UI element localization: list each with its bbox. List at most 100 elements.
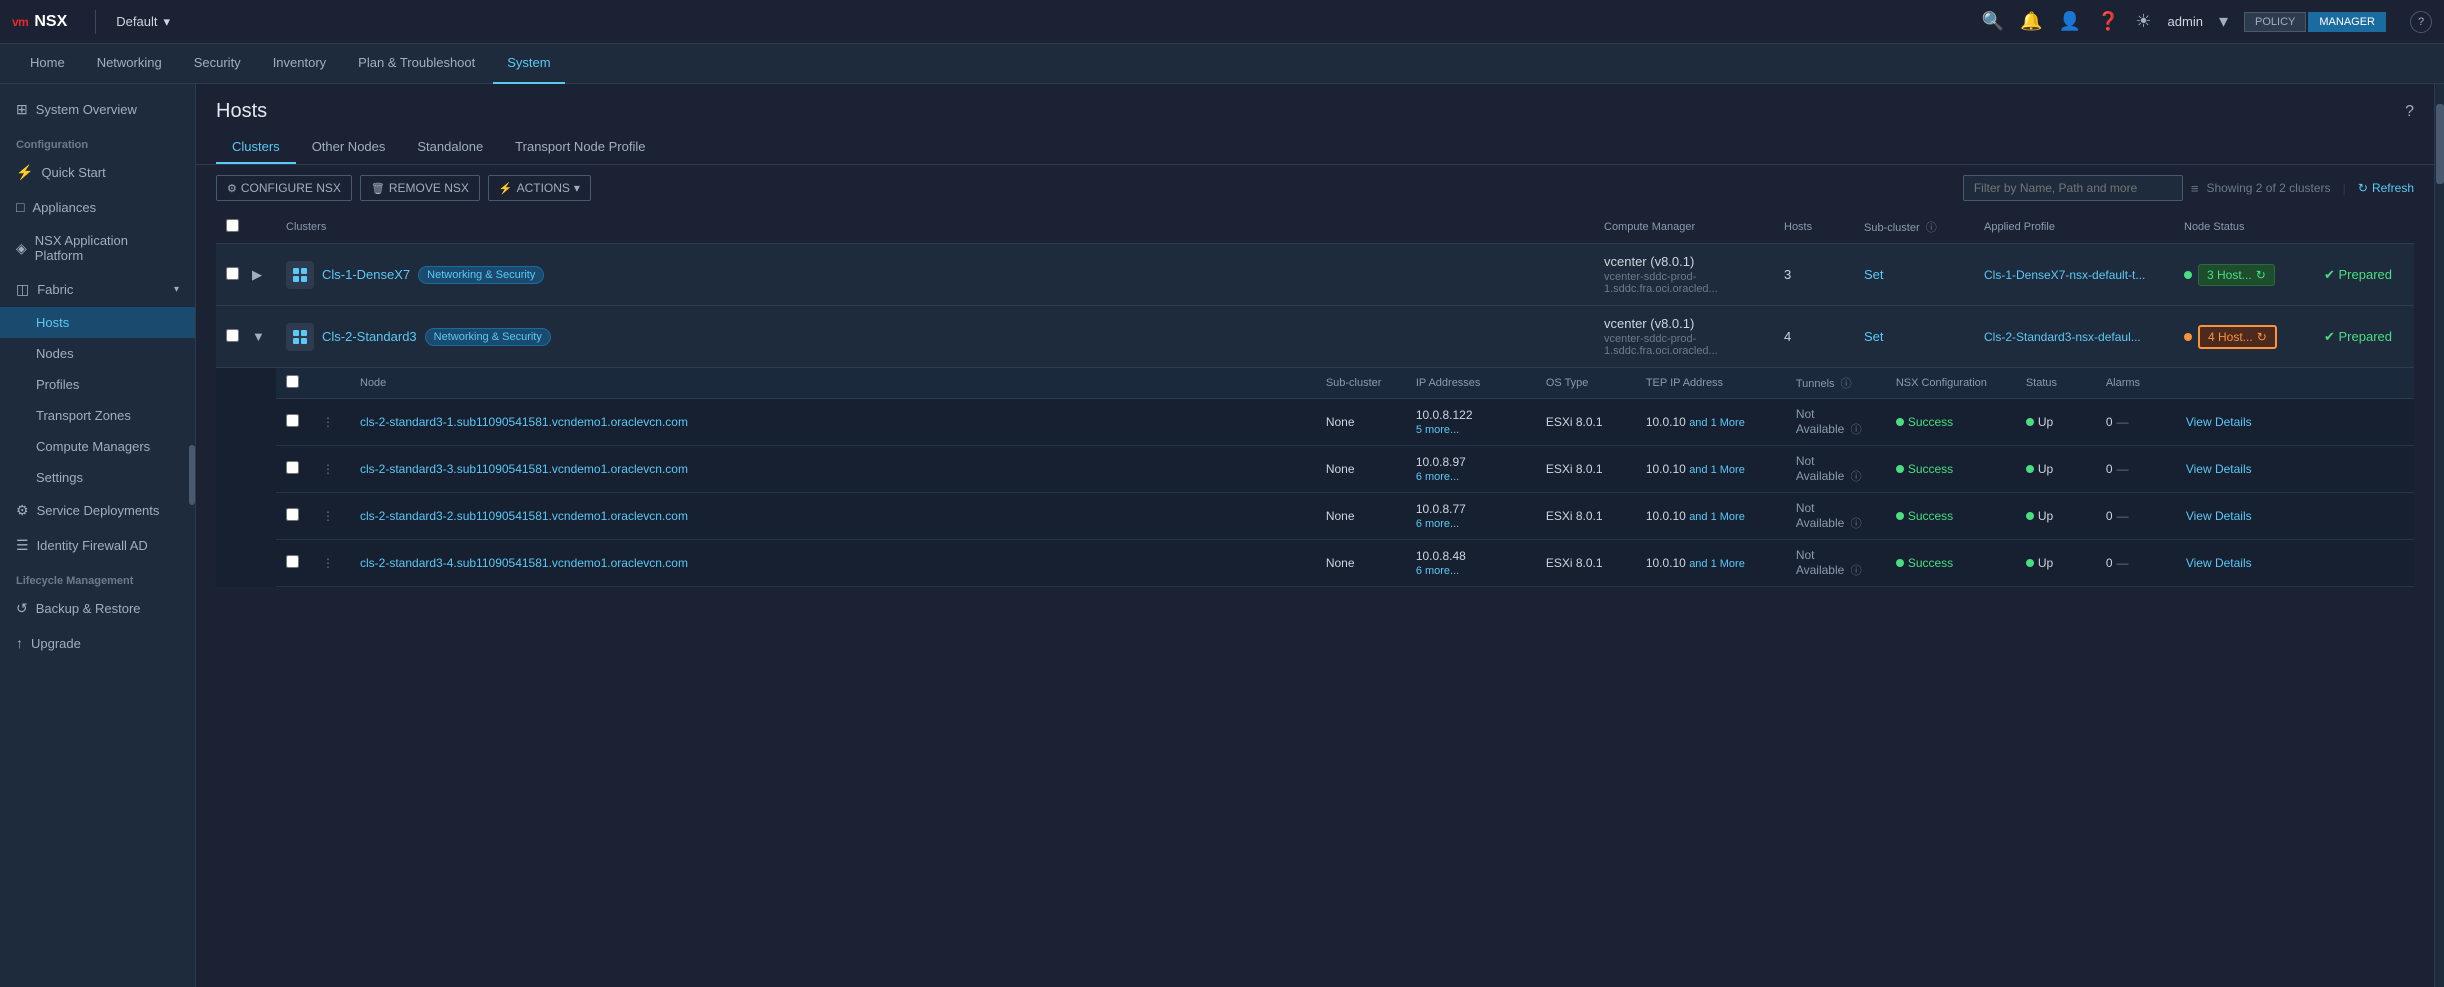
search-icon[interactable]: 🔍	[1982, 11, 2004, 32]
sub-row4-tep-more[interactable]: and 1 More	[1689, 558, 1745, 570]
help-circle-btn[interactable]: ?	[2410, 11, 2432, 33]
row2-hosts-button[interactable]: 4 Host... ↻	[2198, 325, 2277, 349]
row3-menu-icon[interactable]: ⋮	[322, 509, 334, 523]
user-icon[interactable]: 👤	[2059, 11, 2081, 32]
row1-checkbox[interactable]	[226, 267, 239, 280]
sub-row3-more-ips[interactable]: 6 more...	[1416, 518, 1526, 530]
sub-col-os: OS Type	[1536, 368, 1636, 399]
manager-button[interactable]: MANAGER	[2308, 12, 2386, 32]
help-icon[interactable]: ❓	[2097, 11, 2119, 32]
sub-row3-subcluster: None	[1316, 493, 1406, 540]
sub-row4-cb[interactable]	[286, 555, 299, 568]
appliances-icon: □	[16, 199, 24, 215]
row2-menu-icon[interactable]: ⋮	[322, 462, 334, 476]
sub-row1-more-ips[interactable]: 5 more...	[1416, 424, 1526, 436]
nav-plan-troubleshoot[interactable]: Plan & Troubleshoot	[344, 44, 489, 84]
sub-row2-tep-more[interactable]: and 1 More	[1689, 464, 1745, 476]
row2-view-details[interactable]: View Details	[2186, 462, 2252, 476]
topbar-actions: 🔍 🔔 👤 ❓ ☀ admin ▾ POLICY MANAGER ?	[1982, 11, 2432, 33]
sub-col-dots	[312, 368, 350, 399]
tab-standalone[interactable]: Standalone	[401, 131, 499, 164]
row3-tunnels-info[interactable]: ⓘ	[1851, 518, 1862, 530]
nav-home[interactable]: Home	[16, 44, 79, 84]
tab-transport-node-profile[interactable]: Transport Node Profile	[499, 131, 661, 164]
row4-menu-icon[interactable]: ⋮	[322, 556, 334, 570]
configure-nsx-button[interactable]: ⚙ CONFIGURE NSX	[216, 175, 352, 201]
sidebar-group-fabric[interactable]: ◫ Fabric ▾	[0, 272, 195, 307]
row1-menu-icon[interactable]: ⋮	[322, 415, 334, 429]
sidebar-item-profiles[interactable]: Profiles	[0, 369, 195, 400]
sub-row1-node-name[interactable]: cls-2-standard3-1.sub11090541581.vcndemo…	[360, 415, 688, 429]
row4-view-details[interactable]: View Details	[2186, 556, 2252, 570]
remove-nsx-button[interactable]: 🗑 REMOVE NSX	[360, 175, 480, 201]
sidebar-item-appliances[interactable]: □ Appliances	[0, 190, 195, 224]
row1-view-details[interactable]: View Details	[2186, 415, 2252, 429]
row1-set-link[interactable]: Set	[1864, 267, 1884, 282]
sub-row1-tep-more[interactable]: and 1 More	[1689, 417, 1745, 429]
row3-success-badge: Success	[1896, 509, 2006, 523]
filter-icon[interactable]: ≡	[2191, 181, 2199, 196]
sidebar-item-nodes[interactable]: Nodes	[0, 338, 195, 369]
sidebar-scrollbar-thumb[interactable]	[189, 445, 195, 505]
fabric-icon: ◫	[16, 281, 29, 298]
sidebar-item-compute-managers[interactable]: Compute Managers	[0, 431, 195, 462]
row2-profile-link[interactable]: Cls-2-Standard3-nsx-defaul...	[1984, 330, 2141, 344]
row3-view-details[interactable]: View Details	[2186, 509, 2252, 523]
sub-select-all[interactable]	[286, 375, 299, 388]
sidebar-item-system-overview[interactable]: ⊞ System Overview	[0, 92, 195, 127]
row2-expand-icon[interactable]: ▼	[252, 329, 265, 344]
row1-expand-icon[interactable]: ▶	[252, 267, 262, 282]
sub-row2-cb[interactable]	[286, 461, 299, 474]
user-chevron[interactable]: ▾	[2219, 11, 2228, 32]
sub-cluster-info-icon[interactable]: ⓘ	[1926, 222, 1937, 234]
row2-tunnels-info[interactable]: ⓘ	[1851, 471, 1862, 483]
tab-clusters[interactable]: Clusters	[216, 131, 296, 164]
nav-security[interactable]: Security	[180, 44, 255, 84]
row1-tunnels-info[interactable]: ⓘ	[1851, 424, 1862, 436]
row1-hosts-button[interactable]: 3 Host... ↻	[2198, 264, 2275, 286]
refresh-button[interactable]: ↻ Refresh	[2358, 181, 2414, 195]
sub-row3-node-name[interactable]: cls-2-standard3-2.sub11090541581.vcndemo…	[360, 509, 688, 523]
sidebar-item-upgrade[interactable]: ↑ Upgrade	[0, 626, 195, 660]
sidebar-item-quick-start[interactable]: ⚡ Quick Start	[0, 155, 195, 190]
sidebar-item-settings[interactable]: Settings	[0, 462, 195, 493]
content-wrapper: Hosts ? Clusters Other Nodes Standalone …	[196, 84, 2444, 987]
sidebar-item-hosts[interactable]: Hosts	[0, 307, 195, 338]
sub-row4-node-name[interactable]: cls-2-standard3-4.sub11090541581.vcndemo…	[360, 556, 688, 570]
nav-system[interactable]: System	[493, 44, 564, 84]
actions-button[interactable]: ⚡ ACTIONS ▾	[488, 175, 591, 201]
row2-checkbox[interactable]	[226, 329, 239, 342]
sub-row2-node-name[interactable]: cls-2-standard3-3.sub11090541581.vcndemo…	[360, 462, 688, 476]
sidebar-item-nsx-app-platform[interactable]: ◈ NSX Application Platform	[0, 224, 195, 272]
sidebar-item-service-deployments[interactable]: ⚙ Service Deployments	[0, 493, 195, 528]
row2-set-link[interactable]: Set	[1864, 329, 1884, 344]
sub-row4-more-ips[interactable]: 6 more...	[1416, 565, 1526, 577]
nav-inventory[interactable]: Inventory	[259, 44, 340, 84]
page-help-icon[interactable]: ?	[2405, 103, 2414, 121]
row4-up-badge: Up	[2026, 556, 2086, 570]
filter-input[interactable]	[1963, 175, 2183, 201]
row2-cluster-name[interactable]: Cls-2-Standard3	[322, 329, 417, 344]
sub-row2-more-ips[interactable]: 6 more...	[1416, 471, 1526, 483]
nav-networking[interactable]: Networking	[83, 44, 176, 84]
right-scrollbar[interactable]	[2434, 84, 2444, 987]
row1-cluster-name[interactable]: Cls-1-DenseX7	[322, 267, 410, 282]
select-all-checkbox[interactable]	[226, 219, 239, 232]
policy-button[interactable]: POLICY	[2244, 12, 2306, 32]
row2-checkbox-cell	[216, 306, 252, 368]
user-label[interactable]: admin	[2168, 14, 2203, 29]
sidebar-item-identity-firewall-ad[interactable]: ☰ Identity Firewall AD	[0, 528, 195, 563]
row4-tunnels-info[interactable]: ⓘ	[1851, 565, 1862, 577]
bell-icon[interactable]: 🔔	[2020, 11, 2042, 32]
tab-other-nodes[interactable]: Other Nodes	[296, 131, 402, 164]
sidebar-item-backup-restore[interactable]: ↺ Backup & Restore	[0, 591, 195, 626]
sub-row3-cb[interactable]	[286, 508, 299, 521]
tunnels-info-icon[interactable]: ⓘ	[1841, 378, 1852, 390]
theme-icon[interactable]: ☀	[2135, 11, 2151, 32]
context-selector[interactable]: Default ▾	[108, 10, 178, 34]
row1-profile-link[interactable]: Cls-1-DenseX7-nsx-default-t...	[1984, 268, 2145, 282]
sidebar-item-transport-zones[interactable]: Transport Zones	[0, 400, 195, 431]
scrollbar-thumb[interactable]	[2436, 104, 2444, 184]
sub-row3-tep-more[interactable]: and 1 More	[1689, 511, 1745, 523]
sub-row1-cb[interactable]	[286, 414, 299, 427]
